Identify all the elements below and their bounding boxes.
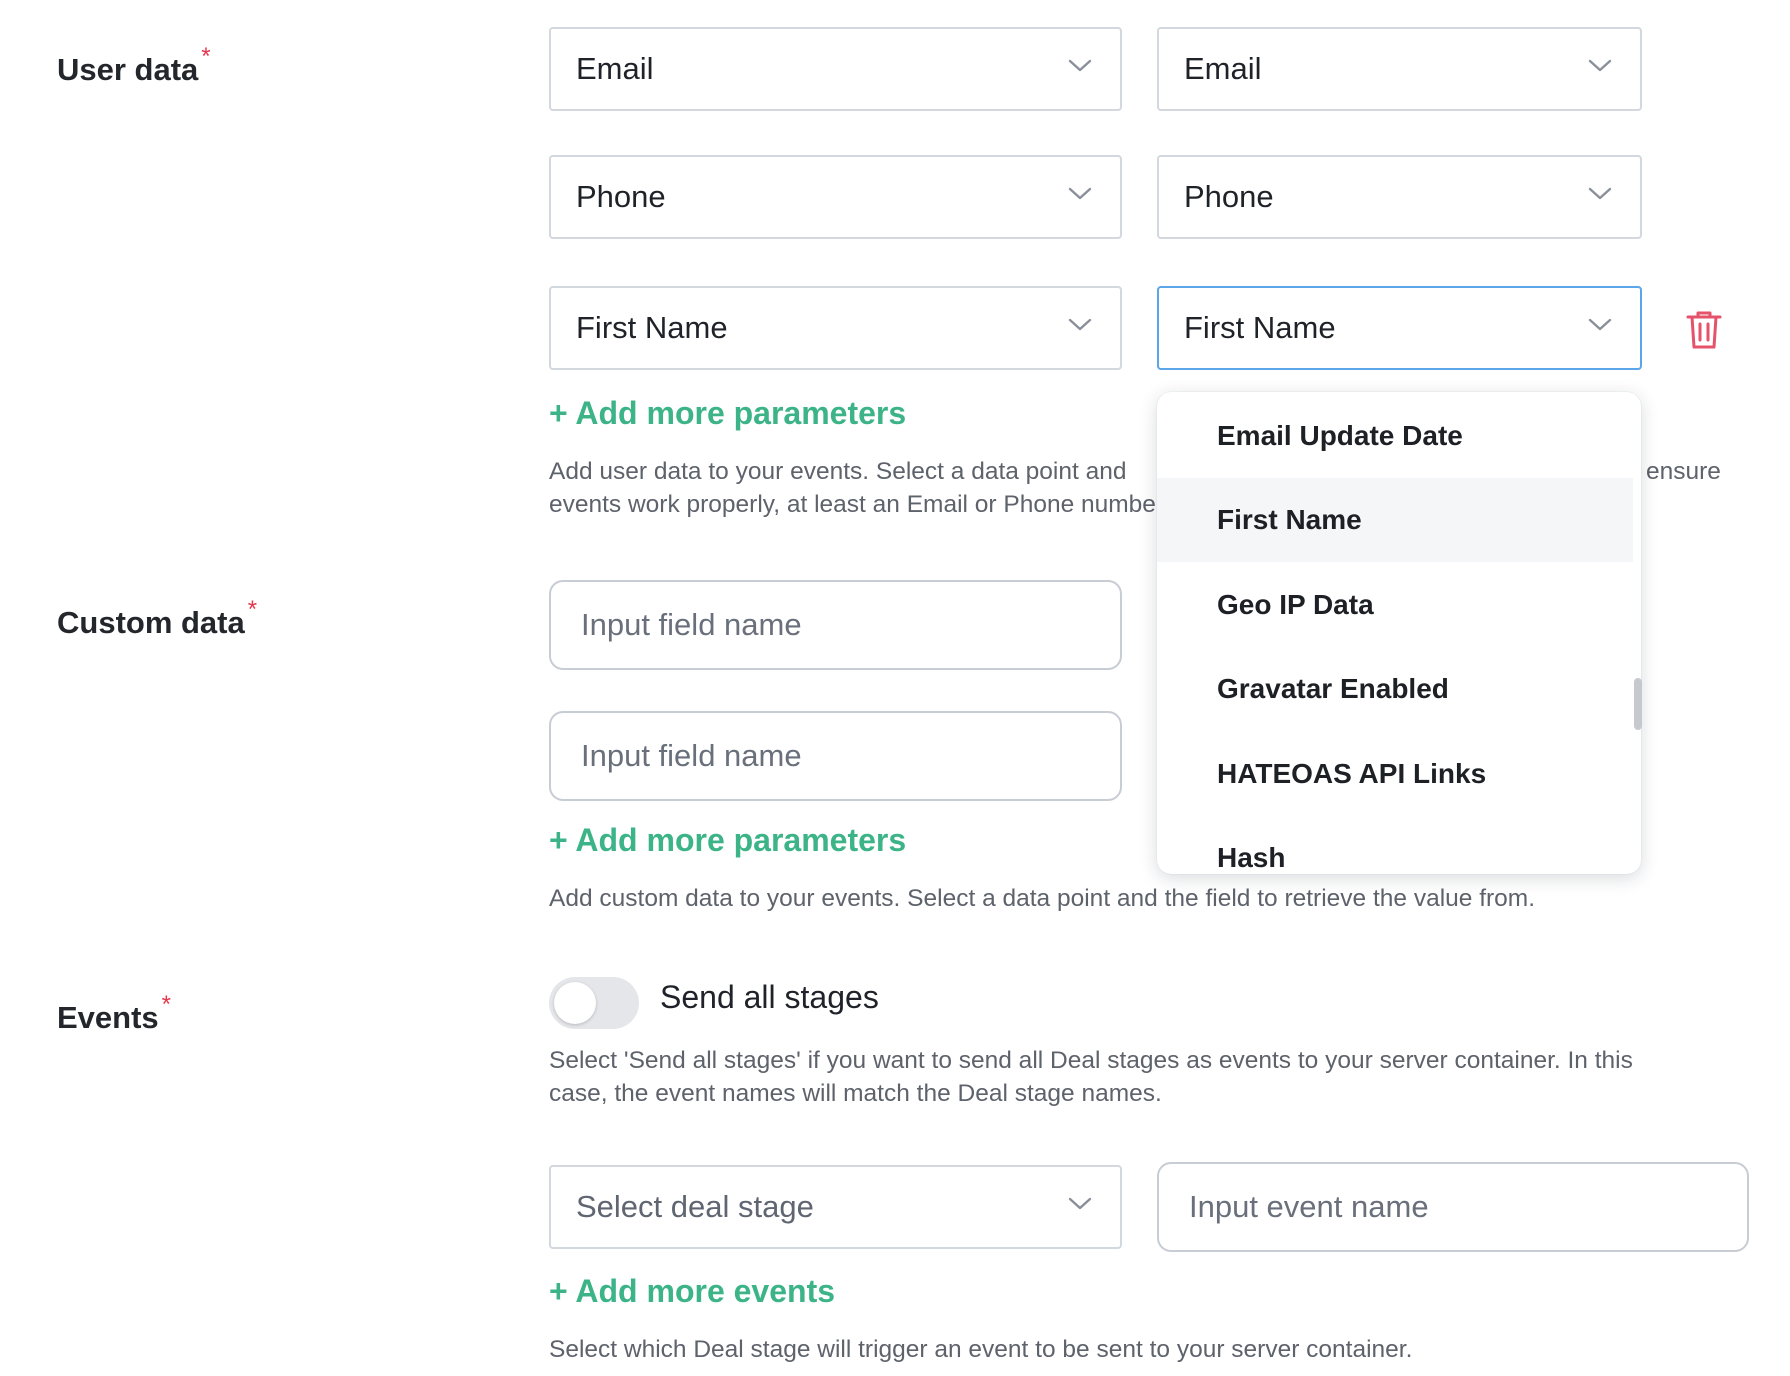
dropdown-option[interactable]: Gravatar Enabled (1157, 647, 1633, 731)
chevron-down-icon (1068, 59, 1092, 73)
dropdown-option[interactable]: Geo IP Data (1157, 563, 1633, 647)
send-all-stages-toggle[interactable] (549, 977, 639, 1029)
dropdown-option[interactable]: HATEOAS API Links (1157, 732, 1633, 816)
select-value: Email (576, 51, 654, 86)
select-value: First Name (576, 310, 728, 345)
chevron-down-icon (1068, 1197, 1092, 1211)
chevron-down-icon (1588, 187, 1612, 201)
required-mark: * (201, 43, 211, 70)
dropdown-option[interactable]: Email Update Date (1157, 394, 1633, 478)
dropdown-scrollbar[interactable] (1634, 678, 1642, 730)
user-data-source-select-phone[interactable]: Phone (549, 155, 1122, 239)
dropdown-option[interactable]: Hash (1157, 816, 1633, 874)
required-mark: * (247, 596, 258, 623)
send-all-stages-label: Send all stages (660, 979, 879, 1015)
user-data-source-select-first-name[interactable]: First Name (549, 286, 1122, 370)
events-label: Events * (57, 991, 172, 1035)
select-value: Phone (1184, 179, 1274, 214)
events-help-line2: case, the event names will match the Dea… (549, 1080, 1162, 1107)
events-help-line1: Select 'Send all stages' if you want to … (549, 1047, 1633, 1074)
user-data-help-line1-end: ensure (1646, 458, 1721, 485)
user-data-help-line1: Add user data to your events. Select a d… (549, 458, 1127, 485)
user-data-target-select-phone[interactable]: Phone (1157, 155, 1642, 239)
chevron-down-icon (1588, 318, 1612, 332)
chevron-down-icon (1068, 318, 1092, 332)
user-data-target-select-first-name[interactable]: First Name (1157, 286, 1642, 370)
chevron-down-icon (1068, 187, 1092, 201)
custom-field-name-input-2[interactable] (549, 711, 1122, 801)
dropdown-option-highlighted[interactable]: First Name (1157, 478, 1633, 562)
select-value: First Name (1184, 310, 1336, 345)
deal-stage-select[interactable]: Select deal stage (549, 1165, 1122, 1249)
user-data-help-line2: events work properly, at least an Email … (549, 491, 1165, 518)
user-data-target-select-email[interactable]: Email (1157, 27, 1642, 111)
custom-data-label: Custom data * (57, 596, 258, 640)
required-mark: * (161, 991, 172, 1018)
event-name-input[interactable] (1157, 1162, 1749, 1252)
custom-field-name-input-1[interactable] (549, 580, 1122, 670)
select-value: Email (1184, 51, 1262, 86)
user-data-source-select-email[interactable]: Email (549, 27, 1122, 111)
add-custom-parameter-link[interactable]: + Add more parameters (549, 822, 906, 859)
select-value: Phone (576, 179, 666, 214)
user-data-label: User data * (57, 43, 211, 87)
custom-data-help: Add custom data to your events. Select a… (549, 885, 1536, 912)
events-help-bottom: Select which Deal stage will trigger an … (549, 1336, 1413, 1363)
add-user-parameter-link[interactable]: + Add more parameters (549, 395, 906, 432)
trash-icon[interactable] (1684, 309, 1724, 351)
target-field-dropdown-menu: Email Update Date First Name Geo IP Data… (1157, 392, 1641, 874)
add-event-link[interactable]: + Add more events (549, 1273, 835, 1310)
select-value: Select deal stage (576, 1189, 814, 1224)
toggle-knob (554, 982, 596, 1024)
chevron-down-icon (1588, 59, 1612, 73)
